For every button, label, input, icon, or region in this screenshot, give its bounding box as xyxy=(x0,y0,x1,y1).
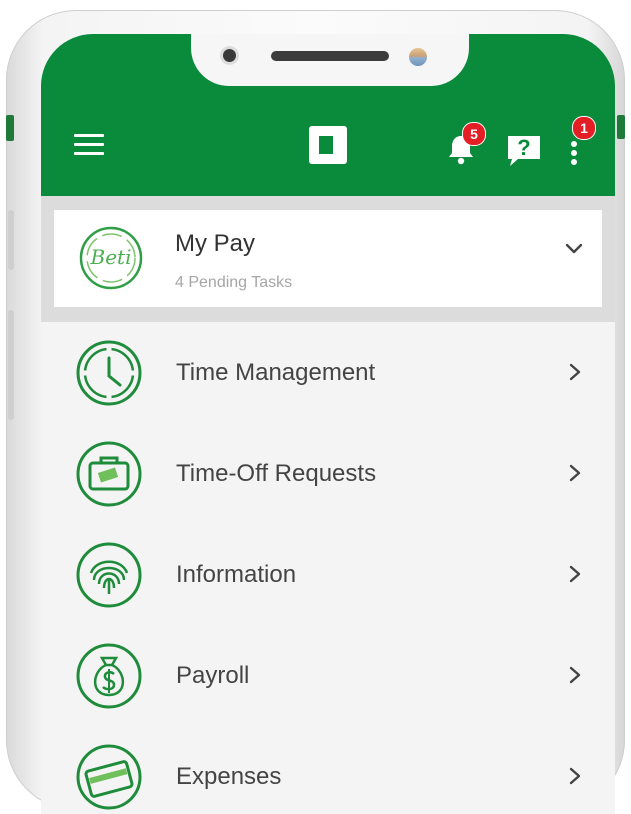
notifications-badge: 5 xyxy=(462,122,486,146)
phone-side-accent-right xyxy=(617,115,625,139)
chevron-right-icon xyxy=(569,464,581,482)
proximity-sensor xyxy=(409,48,427,66)
money-bag-icon xyxy=(76,643,142,709)
more-options-badge: 1 xyxy=(572,116,596,140)
menu-item-expenses[interactable]: Expenses xyxy=(41,726,615,814)
phone-notch xyxy=(191,34,469,86)
hamburger-menu-icon[interactable] xyxy=(74,134,104,156)
chevron-right-icon xyxy=(569,767,581,785)
credit-card-icon xyxy=(76,744,142,810)
menu-item-information[interactable]: Information xyxy=(41,524,615,625)
app-screen: 5 ? 1 Beti My Pay 4 Pending Tasks Time M… xyxy=(41,34,615,814)
suitcase-icon xyxy=(76,441,142,507)
chevron-right-icon xyxy=(569,363,581,381)
pending-tasks-count: 4 Pending Tasks xyxy=(175,274,293,291)
beti-logo-icon: Beti xyxy=(76,223,146,293)
phone-side-accent-left xyxy=(6,115,14,141)
phone-frame: 5 ? 1 Beti My Pay 4 Pending Tasks Time M… xyxy=(6,10,625,814)
earpiece-speaker xyxy=(271,51,389,61)
help-glyph: ? xyxy=(517,135,531,160)
front-camera xyxy=(223,49,236,62)
menu-item-time-management[interactable]: Time Management xyxy=(41,322,615,423)
clock-icon xyxy=(76,340,142,406)
help-button[interactable]: ? xyxy=(506,134,542,168)
mypay-title: My Pay xyxy=(175,230,256,257)
mypay-card[interactable]: Beti My Pay 4 Pending Tasks xyxy=(54,210,602,307)
beti-logo-text: Beti xyxy=(90,245,132,269)
chevron-right-icon xyxy=(569,666,581,684)
more-options-button[interactable]: 1 xyxy=(568,116,596,168)
chevron-right-icon xyxy=(569,565,581,583)
menu-item-label: Expenses xyxy=(176,763,282,790)
menu-item-payroll[interactable]: Payroll xyxy=(41,625,615,726)
menu-item-label: Time-Off Requests xyxy=(176,460,377,487)
chevron-down-icon[interactable] xyxy=(562,236,586,260)
menu-item-time-off-requests[interactable]: Time-Off Requests xyxy=(41,423,615,524)
menu-item-label: Time Management xyxy=(176,359,376,386)
notifications-button[interactable]: 5 xyxy=(444,122,486,166)
menu-item-label: Payroll xyxy=(176,662,250,689)
phone-side-button xyxy=(8,310,14,420)
app-header: 5 ? 1 xyxy=(41,34,615,196)
phone-volume-button xyxy=(8,210,14,270)
menu-item-label: Information xyxy=(176,561,297,588)
fingerprint-icon xyxy=(76,542,142,608)
paycom-logo xyxy=(309,126,347,164)
mypay-section: Beti My Pay 4 Pending Tasks xyxy=(41,196,615,322)
